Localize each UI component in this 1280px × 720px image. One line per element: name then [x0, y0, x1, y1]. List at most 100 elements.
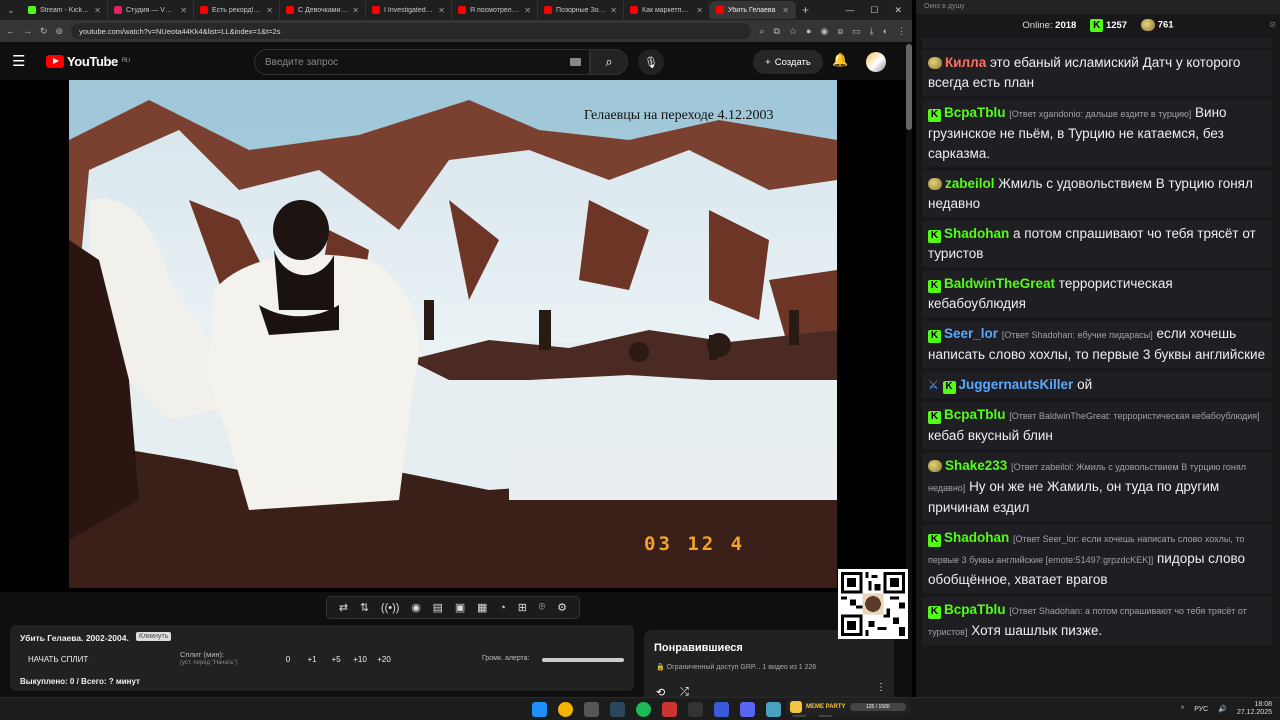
windows-start-icon[interactable] — [532, 702, 547, 717]
url-field[interactable]: youtube.com/watch?v=NUeota44Kk4&list=LL&… — [71, 23, 752, 39]
avatar[interactable] — [866, 52, 886, 72]
profile-icon[interactable]: ◐ — [883, 26, 888, 37]
spotify-icon[interactable] — [636, 702, 651, 717]
tab-search-icon[interactable]: ⌄ — [4, 3, 18, 17]
steam-icon[interactable] — [610, 702, 625, 717]
tab-close-icon[interactable]: ✕ — [180, 6, 187, 15]
settings-gear-icon[interactable]: ⚙ — [557, 601, 567, 614]
browser-tab[interactable]: Stream - Kick Dash ✕ — [22, 1, 108, 19]
chat-reply-context: [Ответ Shadohan: ебучие пидарасы] — [1001, 330, 1153, 340]
browser-tab[interactable]: I Investigated Mine✕ — [366, 1, 452, 19]
chat-username[interactable]: BcpaTblu — [944, 407, 1006, 422]
volume-icon[interactable]: 🔊 — [1218, 705, 1227, 713]
chat-settings-icon[interactable]: ⊙ — [1269, 20, 1276, 29]
forward-icon[interactable]: → — [23, 26, 32, 36]
discord-icon[interactable] — [740, 702, 755, 717]
search-input[interactable]: Введите запрос — [254, 49, 590, 75]
add-clip-icon[interactable]: ⊞ — [518, 601, 527, 614]
filmstrip-icon[interactable]: ▦ — [477, 601, 487, 614]
create-button[interactable]: + Создать — [753, 50, 823, 74]
split-add-button[interactable]: +1 — [300, 655, 324, 664]
chrome-icon[interactable] — [558, 702, 573, 717]
chat-username[interactable]: zabeilol — [945, 176, 995, 191]
split-minutes-label: Сплит (мин): — [180, 650, 225, 659]
voice-search-button[interactable]: 🎙 — [638, 49, 664, 75]
bookmark-star-icon[interactable]: ☆ — [789, 26, 797, 37]
browser-tab[interactable]: Как маркетплейсы ✕ — [624, 1, 710, 19]
chat-username[interactable]: Shake233 — [945, 458, 1007, 473]
cast-icon[interactable]: ⧉ — [774, 26, 780, 37]
menu-hamburger-icon[interactable]: ☰ — [12, 52, 34, 70]
new-tab-button[interactable]: + — [802, 3, 809, 17]
close-window-icon[interactable]: ✕ — [894, 5, 902, 16]
reload-icon[interactable]: ↻ — [40, 26, 48, 37]
eye-icon[interactable]: ◉ — [411, 601, 421, 614]
browser-tab[interactable]: Есть рекорд! Пере ✕ — [194, 1, 280, 19]
browser-tab[interactable]: С Девочками Боле ✕ — [280, 1, 366, 19]
chat-username[interactable]: JuggernautsKiller — [959, 377, 1074, 392]
download-icon[interactable]: ⤓ — [870, 26, 874, 37]
clapper-icon[interactable]: ▤ — [433, 601, 443, 614]
maximize-icon[interactable]: ☐ — [870, 5, 878, 16]
speed-icon[interactable]: ◔ — [499, 602, 506, 614]
tab-close-icon[interactable]: ✕ — [696, 6, 703, 15]
clock[interactable]: 18:08 27.12.2025 — [1237, 701, 1272, 717]
app-icon[interactable] — [688, 702, 703, 717]
minimize-icon[interactable]: — — [845, 5, 854, 16]
chat-username[interactable]: BaldwinTheGreat — [944, 276, 1055, 291]
app-icon[interactable] — [766, 702, 781, 717]
keyboard-layout[interactable]: РУС — [1194, 706, 1208, 713]
chat-username[interactable]: BcpaTblu — [944, 602, 1006, 617]
browser-tab[interactable]: Убить Гелаева ✕ — [710, 1, 796, 19]
split-add-button[interactable]: +20 — [372, 655, 396, 664]
tab-close-icon[interactable]: ✕ — [352, 6, 359, 15]
kick-badge-icon: K — [928, 229, 941, 243]
screenshot-camera-icon[interactable]: ⌾ — [539, 601, 546, 614]
chat-username[interactable]: Seer_lor — [944, 326, 998, 341]
split-add-button[interactable]: +10 — [348, 655, 372, 664]
chat-username[interactable]: BcpaTblu — [944, 105, 1006, 120]
menu-dots-icon[interactable]: ⋮ — [897, 26, 906, 37]
browser-tab[interactable]: Позорные Зоозащ ✕ — [538, 1, 624, 19]
tray-chevron-icon[interactable]: ^ — [1181, 706, 1184, 713]
split-add-button[interactable]: +5 — [324, 655, 348, 664]
video-player[interactable]: Гелаевцы на переходе 4.12.2003 03 12 4 — [0, 80, 906, 616]
tab-close-icon[interactable]: ✕ — [94, 6, 101, 15]
start-split-button[interactable]: НАЧАТЬ СПЛИТ — [28, 655, 88, 664]
extension-icon[interactable]: ● — [806, 26, 811, 37]
picture-in-picture-icon[interactable]: ▣ — [455, 601, 465, 614]
puzzle-icon[interactable]: ⧈ — [837, 26, 843, 37]
split-badge[interactable]: Кликнуть — [136, 632, 172, 641]
chat-username[interactable]: Килла — [945, 55, 986, 70]
kick-badge-icon: K — [928, 533, 941, 547]
notifications-bell-icon[interactable]: 🔔 — [832, 52, 848, 68]
back-icon[interactable]: ← — [6, 26, 15, 36]
extension-icon[interactable]: ◉ — [820, 26, 828, 37]
chat-username[interactable]: Shadohan — [944, 226, 1009, 241]
chat-message: ⚔ K JuggernautsKiller ой — [922, 372, 1272, 398]
loop-icon[interactable]: ⇄ — [339, 601, 348, 614]
search-button[interactable]: ⌕ — [590, 49, 628, 75]
page-scrollbar[interactable] — [906, 44, 912, 130]
tab-close-icon[interactable]: ✕ — [610, 6, 617, 15]
tab-close-icon[interactable]: ✕ — [524, 6, 531, 15]
sort-icon[interactable]: ⇅ — [360, 601, 369, 614]
broadcast-icon[interactable]: ((•)) — [381, 602, 400, 614]
app-icon[interactable] — [714, 702, 729, 717]
split-view-icon[interactable]: ▭ — [852, 26, 861, 37]
app-icon[interactable] — [584, 702, 599, 717]
playlist-heading[interactable]: Понравившиеся — [654, 642, 743, 654]
tab-close-icon[interactable]: ✕ — [266, 6, 273, 15]
obs-icon[interactable] — [662, 702, 677, 717]
site-info-icon[interactable]: ⊜ — [56, 26, 64, 37]
alert-volume-slider[interactable] — [542, 658, 624, 662]
tab-close-icon[interactable]: ✕ — [782, 6, 789, 15]
browser-tab[interactable]: Студия — VK Видео✕ — [108, 1, 194, 19]
chat-username[interactable]: Shadohan — [944, 530, 1009, 545]
keyboard-icon[interactable] — [570, 58, 581, 66]
tab-close-icon[interactable]: ✕ — [438, 6, 445, 15]
youtube-logo[interactable]: YouTube RU — [46, 54, 130, 69]
more-options-icon[interactable]: ⋮ — [876, 682, 886, 693]
lens-icon[interactable]: ⌕ — [759, 26, 764, 37]
browser-tab[interactable]: Я посмотрел все ф ✕ — [452, 1, 538, 19]
